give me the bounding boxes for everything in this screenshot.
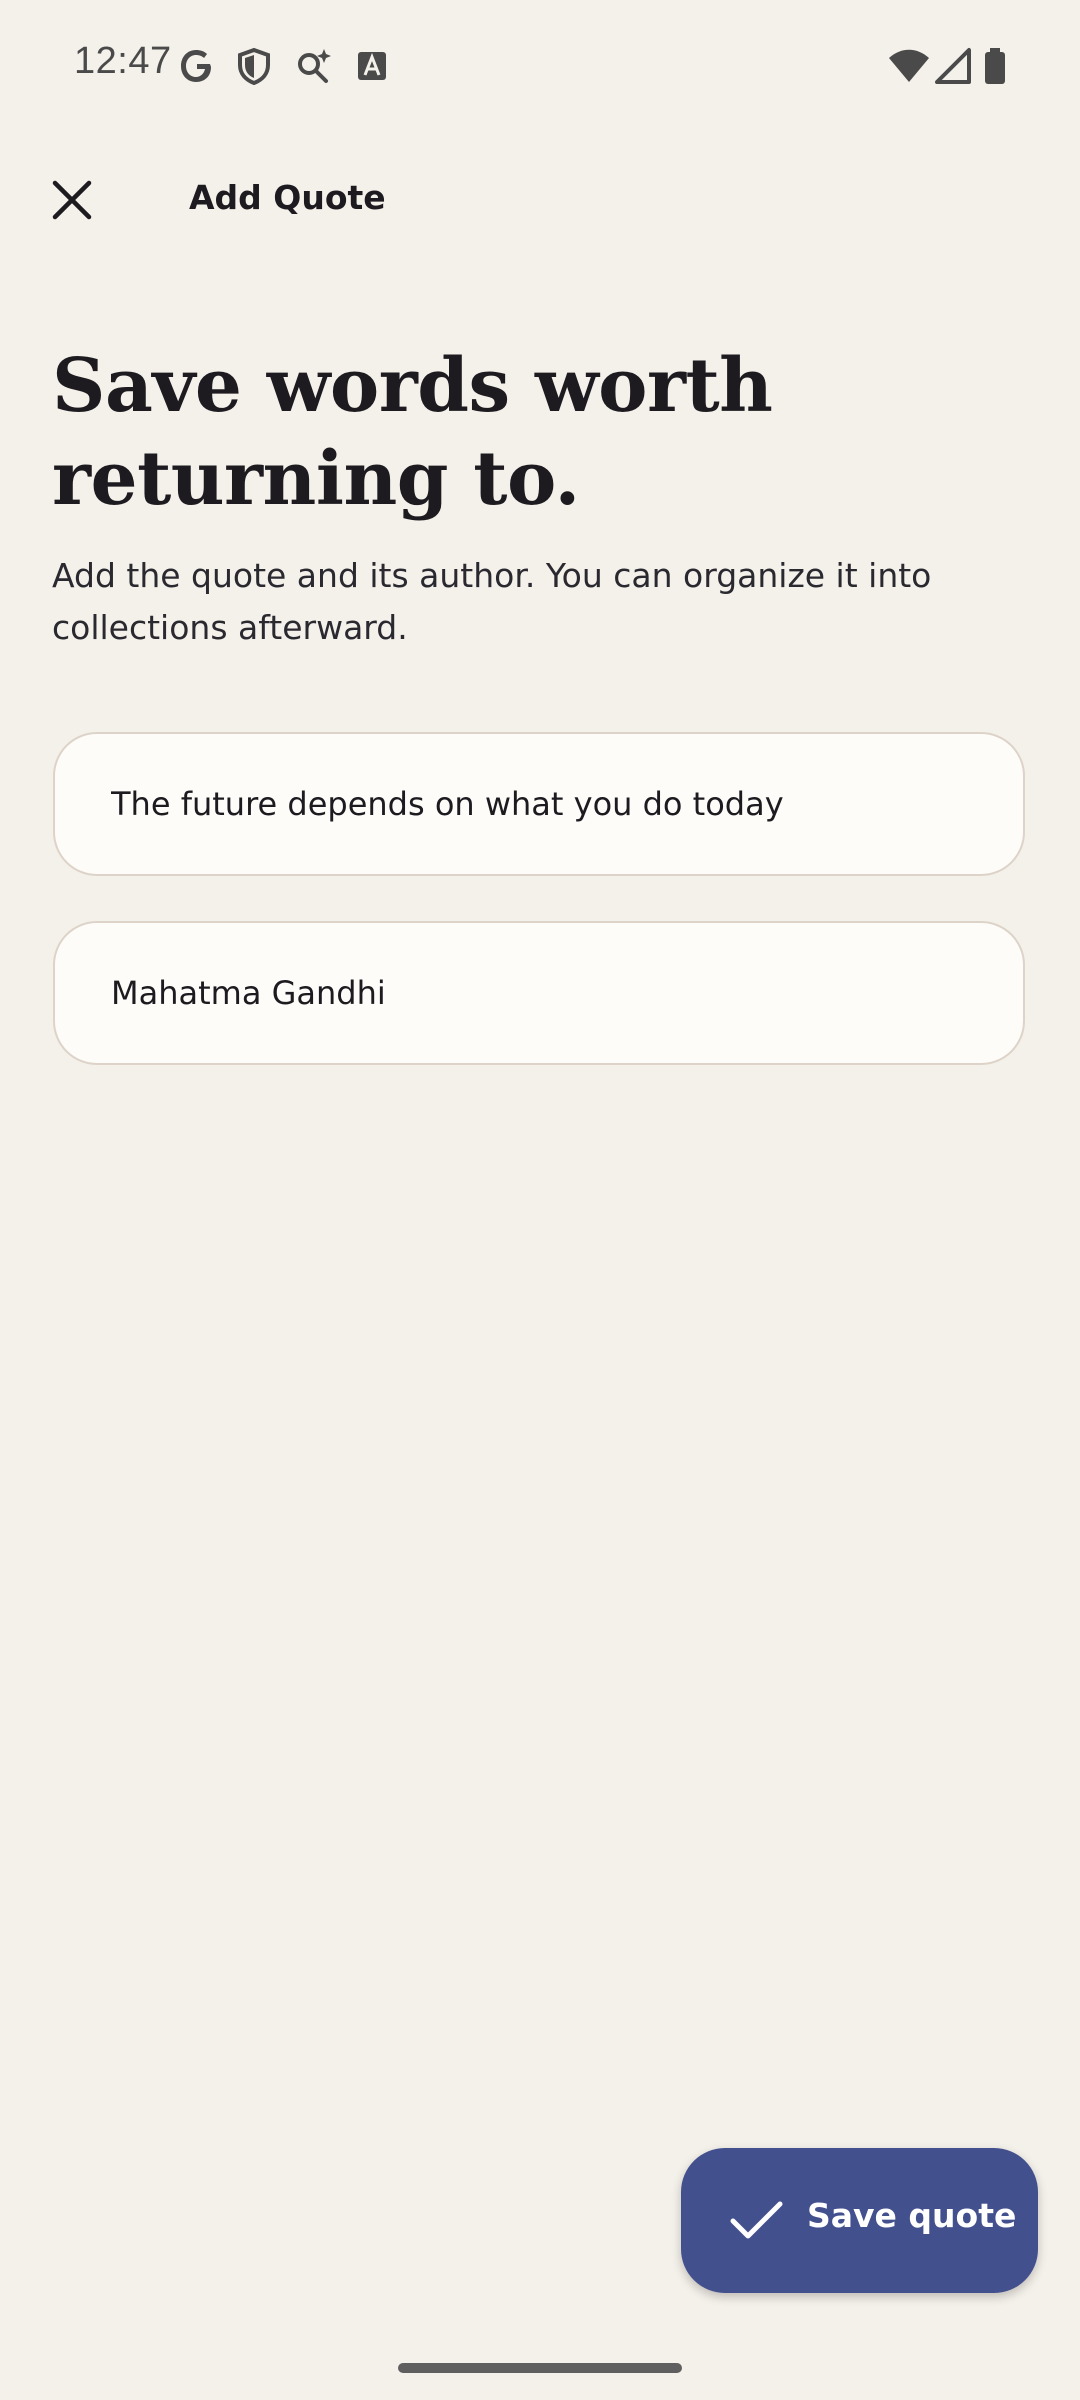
- signal-icon: [933, 46, 973, 86]
- close-button[interactable]: [36, 164, 108, 236]
- app-bar-title: Add Quote: [189, 178, 386, 217]
- page-description: Add the quote and its author. You can or…: [52, 556, 932, 647]
- shield-icon: [234, 46, 274, 86]
- save-quote-label: Save quote: [807, 2196, 1017, 2235]
- author-input[interactable]: [111, 923, 971, 1063]
- page-headline: Save words worth returning to.: [52, 343, 773, 522]
- author-field[interactable]: [53, 921, 1025, 1065]
- close-icon: [52, 180, 92, 220]
- sparkle-search-icon: [293, 46, 333, 86]
- check-icon: [730, 2201, 783, 2239]
- save-quote-button[interactable]: Save quote: [681, 2148, 1038, 2293]
- status-bar: 12:47: [0, 0, 1080, 130]
- status-time: 12:47: [74, 40, 172, 82]
- battery-icon: [980, 46, 1020, 86]
- gesture-navigation-bar[interactable]: [398, 2363, 682, 2373]
- text-a-icon: [352, 46, 392, 86]
- quote-field[interactable]: [53, 732, 1025, 876]
- quote-input[interactable]: [111, 734, 971, 874]
- wifi-icon: [888, 46, 929, 86]
- google-icon: [177, 46, 217, 86]
